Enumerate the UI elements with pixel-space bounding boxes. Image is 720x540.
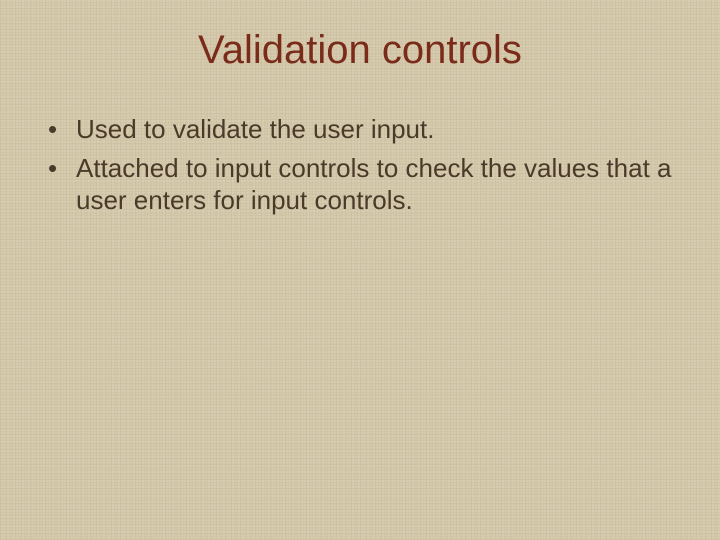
list-item: Attached to input controls to check the …: [40, 152, 680, 217]
bullet-list: Used to validate the user input. Attache…: [40, 113, 680, 217]
list-item: Used to validate the user input.: [40, 113, 680, 146]
slide-title: Validation controls: [40, 28, 680, 73]
slide: Validation controls Used to validate the…: [0, 0, 720, 540]
